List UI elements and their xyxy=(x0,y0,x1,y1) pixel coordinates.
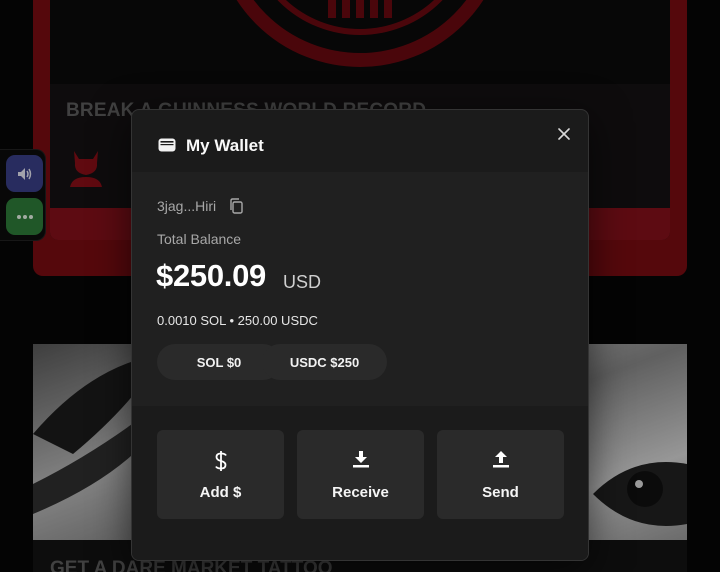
receive-label: Receive xyxy=(332,484,389,501)
close-button[interactable] xyxy=(554,124,574,144)
download-icon xyxy=(352,451,369,468)
send-label: Send xyxy=(482,484,519,501)
upload-icon xyxy=(492,451,509,468)
wallet-modal: My Wallet 3jag...Hiri Total Balance $250… xyxy=(131,109,589,561)
balance-currency: USD xyxy=(283,272,322,292)
close-icon xyxy=(558,128,570,140)
balance-section: 3jag...Hiri Total Balance $250.09 USD 0.… xyxy=(132,172,588,406)
copy-icon[interactable] xyxy=(228,198,244,214)
wallet-actions: Add $ Receive Send xyxy=(132,406,588,560)
modal-title: My Wallet xyxy=(186,136,264,155)
dollar-icon xyxy=(214,451,227,471)
receive-button[interactable]: Receive xyxy=(297,430,424,519)
wallet-icon xyxy=(158,138,176,152)
add-funds-button[interactable]: Add $ xyxy=(157,430,284,519)
usdc-token-chip[interactable]: USDC $250 xyxy=(262,344,387,380)
modal-header: My Wallet xyxy=(132,110,588,172)
total-balance-amount: $250.09 xyxy=(156,258,266,293)
total-balance-label: Total Balance xyxy=(157,231,242,247)
wallet-address: 3jag...Hiri xyxy=(157,198,217,214)
send-button[interactable]: Send xyxy=(437,430,564,519)
add-funds-label: Add $ xyxy=(199,484,242,501)
token-holdings: 0.0010 SOL • 250.00 USDC xyxy=(157,313,318,328)
